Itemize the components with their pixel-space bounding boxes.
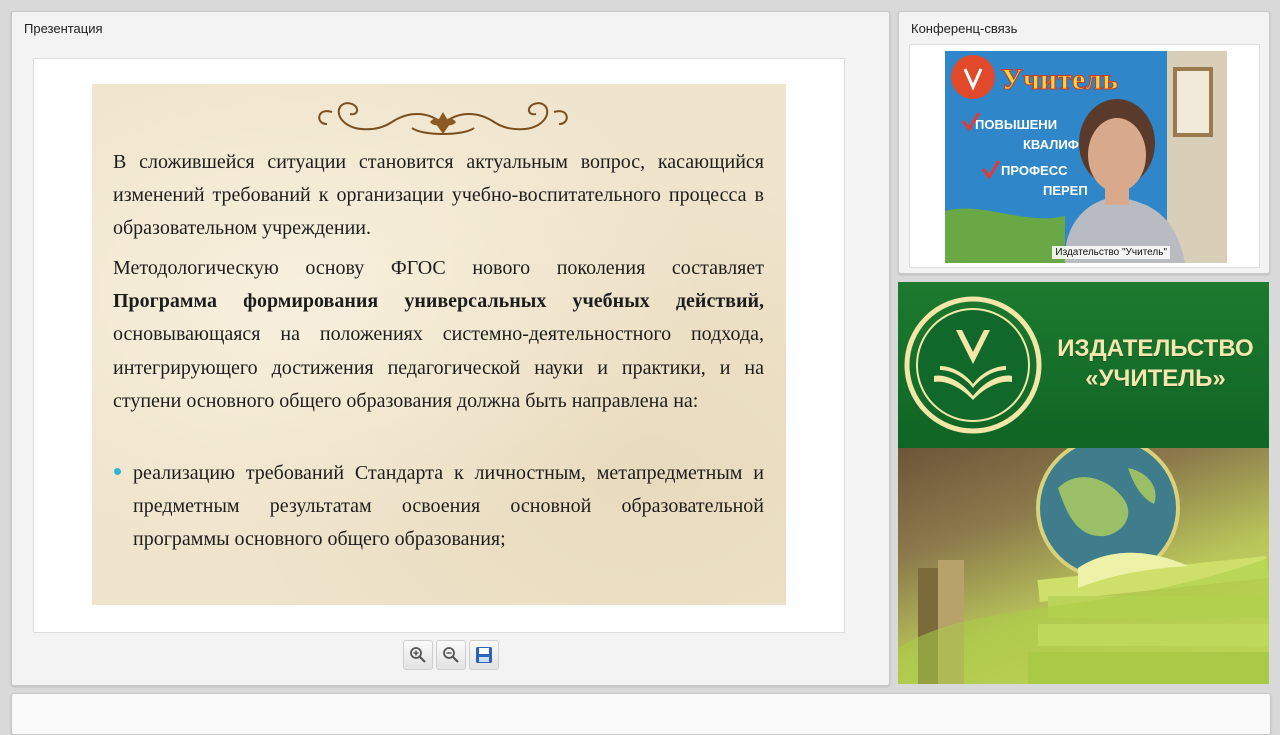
publisher-banner-top: ИЗДАТЕЛЬСТВО «УЧИТЕЛЬ» [898, 282, 1269, 448]
conference-title: Конференц-связь [911, 21, 1018, 36]
presentation-title: Презентация [24, 21, 103, 36]
bottom-panel [11, 693, 1271, 735]
video-scene-icon: Учитель ПОВЫШЕНИ КВАЛИФ ПРОФЕСС ПЕРЕП [945, 51, 1227, 263]
slide-paragraph-2-end: основывающаяся на положениях системно-де… [113, 323, 764, 412]
publisher-name-line-1: ИЗДАТЕЛЬСТВО [1057, 335, 1254, 362]
save-button[interactable] [469, 640, 499, 670]
banner-item-2: КВАЛИФ [1023, 137, 1079, 152]
zoom-out-button[interactable] [436, 640, 466, 670]
publisher-banner: ИЗДАТЕЛЬСТВО «УЧИТЕЛЬ» [898, 282, 1269, 684]
slide-paragraph-2-bold: Программа формирования универсальных уче… [113, 290, 764, 313]
slide-bullet-1: реализацию требований Стандарта к личнос… [133, 462, 764, 551]
banner-item-4: ПЕРЕП [1043, 183, 1088, 198]
slide-paragraph-1: В сложившейся ситуации становится актуал… [113, 151, 764, 240]
conference-panel: Конференц-связь Учитель ПОВЫШЕНИ КВАЛИФ … [898, 11, 1270, 274]
books-globe-icon [898, 436, 1269, 684]
publisher-logo-icon [904, 296, 1042, 434]
zoom-out-icon [443, 647, 459, 663]
slide-paragraph-2: Методологическую основу ФГОС нового поко… [113, 252, 764, 418]
slide-paragraph-2-start: Методологическую основу ФГОС нового поко… [113, 257, 764, 279]
banner-title: Учитель [1001, 63, 1118, 96]
banner-item-3: ПРОФЕСС [1001, 163, 1068, 178]
publisher-name-line-2: «УЧИТЕЛЬ» [1085, 365, 1226, 392]
publisher-banner-image [898, 436, 1269, 684]
presentation-panel: Презентация В сложившейся ситуации стано… [11, 11, 890, 686]
save-icon [476, 647, 492, 663]
slide-viewer[interactable]: В сложившейся ситуации становится актуал… [33, 58, 845, 633]
video-caption: Издательство "Учитель" [1052, 246, 1170, 259]
bullet-icon [114, 468, 121, 475]
zoom-in-button[interactable] [403, 640, 433, 670]
banner-item-1: ПОВЫШЕНИ [975, 117, 1057, 132]
publisher-name: ИЗДАТЕЛЬСТВО «УЧИТЕЛЬ» [1048, 334, 1263, 394]
zoom-in-icon [410, 647, 426, 663]
slide: В сложившейся ситуации становится актуал… [92, 84, 786, 605]
video-frame[interactable]: Учитель ПОВЫШЕНИ КВАЛИФ ПРОФЕСС ПЕРЕП Из… [909, 44, 1260, 268]
ornament-icon [318, 102, 568, 135]
video-stream: Учитель ПОВЫШЕНИ КВАЛИФ ПРОФЕСС ПЕРЕП [945, 51, 1227, 263]
